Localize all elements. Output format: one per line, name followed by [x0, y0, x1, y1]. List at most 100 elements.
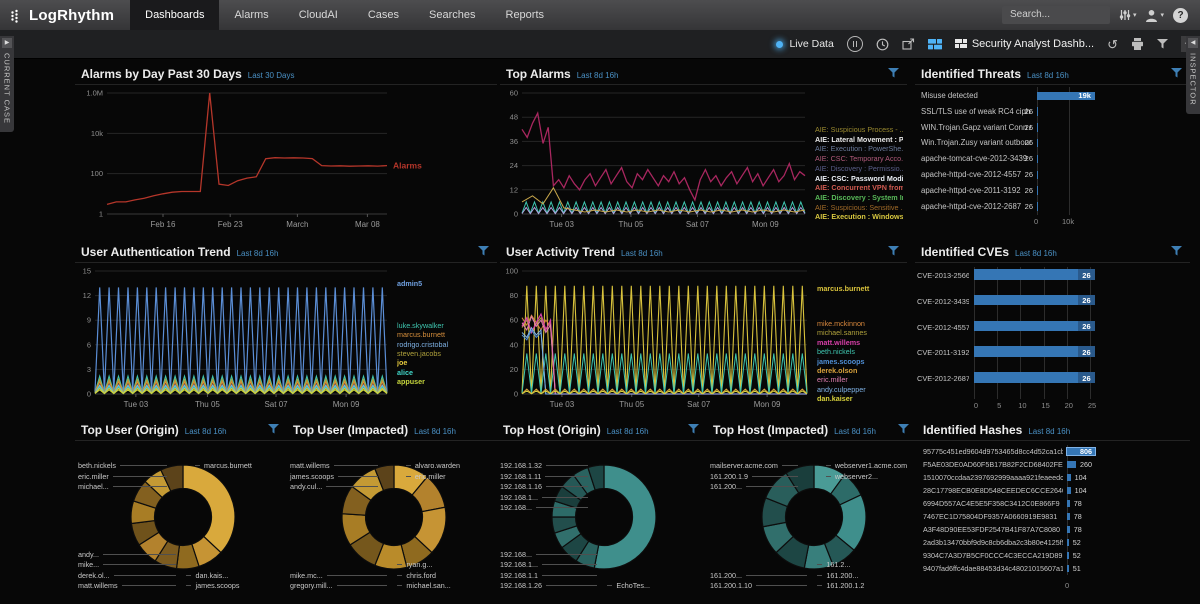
- legend-item[interactable]: alice: [397, 368, 493, 377]
- global-filter-menu[interactable]: ▾: [1119, 9, 1137, 21]
- donut-label[interactable]: 161.200.1.10: [710, 581, 807, 590]
- filter-icon[interactable]: [898, 424, 909, 434]
- legend-item[interactable]: james.scoops: [817, 357, 903, 366]
- hash-row-label[interactable]: 95775c451ed9604d9753465d8cc4d52ca1cb58..…: [923, 447, 1063, 456]
- legend-item[interactable]: andy.culpepper: [817, 385, 903, 394]
- hash-bar[interactable]: [1067, 487, 1071, 495]
- hash-row-label[interactable]: 1510070ccdaa2397692999aaaa921feaeedcf0..…: [923, 473, 1063, 482]
- donut-label[interactable]: 161.200...: [710, 482, 798, 491]
- search-input[interactable]: Search...: [1002, 6, 1110, 24]
- donut-label[interactable]: 192.168.1...: [500, 560, 597, 569]
- dashboard-selector[interactable]: Security Analyst Dashb...: [955, 38, 1094, 50]
- donut-label[interactable]: 161.2...: [817, 560, 850, 569]
- donut-label[interactable]: andy...: [78, 550, 176, 559]
- popout-icon[interactable]: [902, 38, 915, 50]
- hash-bar[interactable]: [1067, 474, 1071, 482]
- threat-bar[interactable]: [1037, 155, 1038, 164]
- donut-label[interactable]: eric.miller: [78, 472, 167, 481]
- donut-label[interactable]: ryan.g...: [397, 560, 432, 569]
- legend-item[interactable]: marcus.burnett: [397, 330, 493, 339]
- donut-label[interactable]: mike.mc...: [290, 571, 387, 580]
- donut-label[interactable]: mailserver.acme.com: [710, 461, 798, 470]
- legend-item[interactable]: eric.miller: [817, 375, 903, 384]
- donut-label[interactable]: 192.168...: [500, 503, 588, 512]
- hash-bar[interactable]: [1067, 526, 1070, 534]
- help-icon[interactable]: ?: [1173, 8, 1188, 23]
- filter-icon[interactable]: [888, 68, 899, 78]
- user-menu[interactable]: ▾: [1145, 9, 1164, 22]
- hash-row-label[interactable]: 6994D557AC4E5E5F358C3412C0E866F9: [923, 499, 1063, 508]
- legend-item[interactable]: AIE: Suspicious Process - ...: [815, 125, 903, 134]
- donut-label[interactable]: dan.kais...: [186, 571, 228, 580]
- cve-row-label[interactable]: CVE-2012-2687: [917, 374, 969, 383]
- hash-row-label[interactable]: 7467EC1D75804DF9357A0660919E9831: [923, 512, 1063, 521]
- donut-label[interactable]: webserver2...: [826, 472, 878, 481]
- legend-item[interactable]: AIE: Lateral Movement : P...: [815, 135, 903, 144]
- legend-item[interactable]: AIE: Concurrent VPN from...: [815, 183, 903, 192]
- tab-reports[interactable]: Reports: [491, 0, 560, 30]
- legend-item[interactable]: AIE: Suspicious: Sensitive ...: [815, 203, 903, 212]
- hash-bar[interactable]: [1067, 513, 1070, 521]
- legend-item[interactable]: rodrigo.cristobal: [397, 340, 493, 349]
- legend-item[interactable]: AIE: Discovery : System In...: [815, 193, 903, 202]
- donut-label[interactable]: matt.willems: [290, 461, 378, 470]
- dashboard-layout-icon[interactable]: [928, 39, 942, 50]
- hash-row-label[interactable]: F5AE03DE0AD60F5B17B82F2CD68402FE: [923, 460, 1063, 469]
- donut-label[interactable]: marcus.burnett: [195, 461, 252, 470]
- filter-icon[interactable]: [478, 246, 489, 256]
- donut-label[interactable]: michael.san...: [397, 581, 450, 590]
- threat-row-label[interactable]: Misuse detected: [921, 91, 1031, 100]
- legend-item[interactable]: appuser: [397, 377, 493, 386]
- hash-row-label[interactable]: A3F48D90EE53FDF2547B41F87A7C8080: [923, 525, 1063, 534]
- donut-label[interactable]: 161.200.1.9: [710, 472, 798, 481]
- donut-label[interactable]: 192.168.1.26: [500, 581, 597, 590]
- tab-dashboards[interactable]: Dashboards: [130, 0, 219, 30]
- cve-row-label[interactable]: CVE-2013-2566: [917, 271, 969, 280]
- donut-label[interactable]: 192.168...: [500, 550, 597, 559]
- legend-item[interactable]: steven.jacobs: [397, 349, 493, 358]
- legend-item[interactable]: michael.sannes: [817, 328, 903, 337]
- donut-label[interactable]: 192.168.1.16: [500, 482, 588, 491]
- hash-bar[interactable]: [1067, 539, 1069, 547]
- legend-item[interactable]: marcus.burnett: [817, 284, 903, 293]
- threat-bar[interactable]: [1037, 186, 1038, 195]
- threat-bar[interactable]: [1037, 139, 1038, 148]
- print-icon[interactable]: [1131, 38, 1144, 50]
- legend-item[interactable]: AIE: Execution : Windows...: [815, 212, 903, 221]
- donut-label[interactable]: andy.cul...: [290, 482, 378, 491]
- filter-icon[interactable]: [1157, 39, 1168, 49]
- legend-item[interactable]: dan.kaiser: [817, 394, 903, 403]
- threat-bar[interactable]: [1037, 171, 1038, 180]
- donut-label[interactable]: 161.200...: [710, 571, 807, 580]
- legend-item[interactable]: admin5: [397, 279, 493, 288]
- donut-label[interactable]: beth.nickels: [78, 461, 167, 470]
- threat-bar[interactable]: [1037, 123, 1038, 132]
- logrhythm-logo[interactable]: LogRhythm: [0, 7, 130, 24]
- hash-row-label[interactable]: 9304C7A3D7B5CF0CCC4C3ECCA219D89F: [923, 551, 1063, 560]
- tab-cases[interactable]: Cases: [353, 0, 414, 30]
- hash-row-label[interactable]: 28C17798ECB0E8D548CEEDEC6CCE2640: [923, 486, 1063, 495]
- current-case-tab[interactable]: ▶ CURRENT CASE: [0, 36, 14, 132]
- pause-button[interactable]: [847, 36, 863, 52]
- hash-bar[interactable]: [1067, 461, 1076, 469]
- tab-cloudai[interactable]: CloudAI: [284, 0, 353, 30]
- hash-row-label[interactable]: 9407fad6ffc4dae88453d34c48021015607a1e..…: [923, 564, 1063, 573]
- donut-label[interactable]: 161.200.1.2: [817, 581, 864, 590]
- undo-icon[interactable]: ↺: [1107, 38, 1118, 51]
- threat-bar[interactable]: [1037, 202, 1038, 211]
- tab-searches[interactable]: Searches: [414, 0, 490, 30]
- donut-label[interactable]: 161.200...: [817, 571, 858, 580]
- hash-bar[interactable]: [1067, 565, 1069, 573]
- donut-label[interactable]: michael...: [78, 482, 167, 491]
- donut-label[interactable]: eric.miller: [406, 472, 446, 481]
- donut-label[interactable]: james.scoops: [290, 472, 378, 481]
- donut-label[interactable]: gregory.mill...: [290, 581, 387, 590]
- cve-row-label[interactable]: CVE-2012-3439: [917, 297, 969, 306]
- donut-label[interactable]: webserver1.acme.com: [826, 461, 907, 470]
- donut-label[interactable]: matt.willems: [78, 581, 176, 590]
- hash-bar[interactable]: [1067, 500, 1070, 508]
- filter-icon[interactable]: [268, 424, 279, 434]
- legend-item[interactable]: mike.mckinnon: [817, 319, 903, 328]
- clock-icon[interactable]: [876, 38, 889, 51]
- legend-item[interactable]: luke.skywalker: [397, 321, 493, 330]
